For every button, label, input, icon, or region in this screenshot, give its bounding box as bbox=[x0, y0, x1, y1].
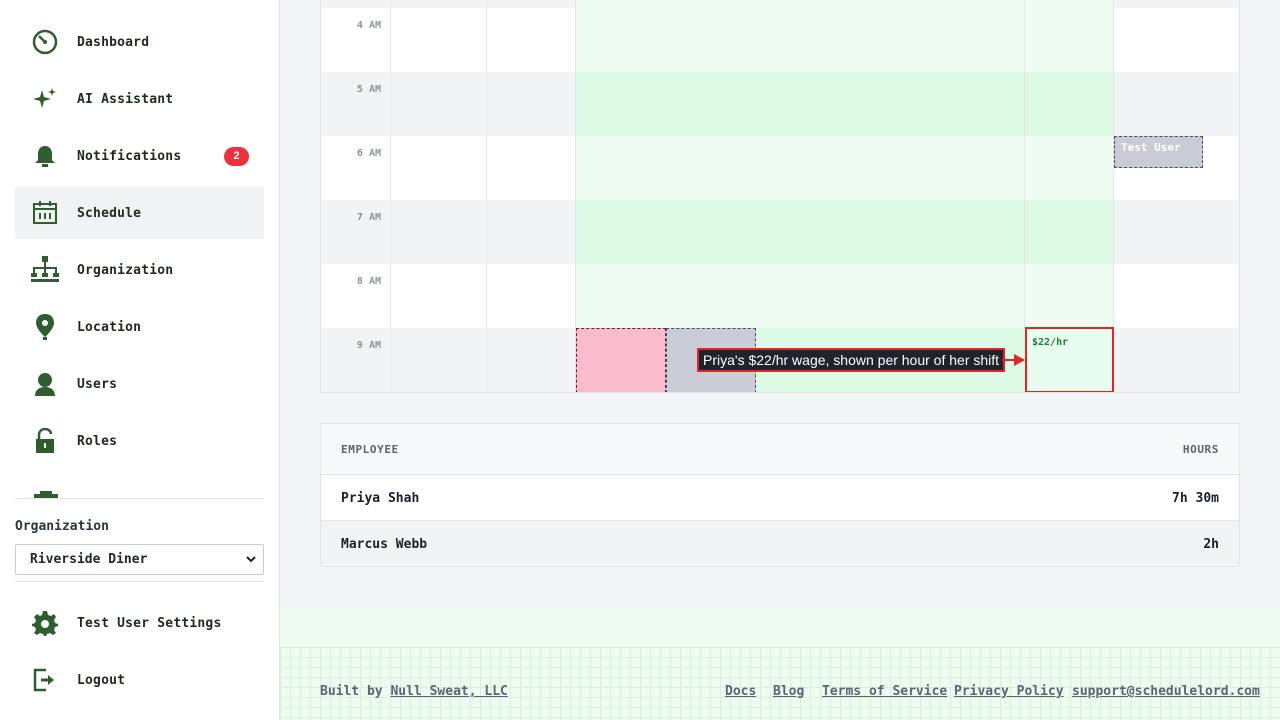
employee-hours: 2h bbox=[1203, 537, 1219, 552]
sidebar-item-label: Notifications bbox=[77, 148, 182, 164]
sidebar-item-organization[interactable]: Organization bbox=[15, 244, 264, 296]
sparkle-icon bbox=[30, 84, 60, 114]
time-label: 5 AM bbox=[356, 84, 381, 95]
footer-credit-link[interactable]: Null Sweat, LLC bbox=[390, 684, 507, 699]
dashboard-icon bbox=[30, 27, 60, 57]
sidebar-item-label: Organization bbox=[77, 262, 174, 278]
time-label: 9 AM bbox=[356, 340, 381, 351]
sidebar-divider bbox=[15, 581, 264, 582]
sidebar-item-label: Schedule bbox=[77, 205, 142, 221]
sidebar-item-label: Users bbox=[77, 376, 118, 392]
sidebar-item-label: Dashboard bbox=[77, 34, 150, 50]
sidebar: Dashboard AI Assistant Notifications 2 S… bbox=[0, 0, 280, 720]
sidebar-item-schedule[interactable]: Schedule bbox=[15, 187, 264, 239]
time-label: 7 AM bbox=[356, 212, 381, 223]
shift-block[interactable] bbox=[576, 328, 666, 392]
employee-name: Priya Shah bbox=[341, 491, 420, 506]
settings-button[interactable]: Test User Settings bbox=[15, 597, 264, 649]
time-label: 4 AM bbox=[356, 20, 381, 31]
availability-band bbox=[576, 0, 1113, 328]
sidebar-item-notifications[interactable]: Notifications 2 bbox=[15, 130, 264, 182]
gear-icon bbox=[30, 608, 60, 638]
footer-credit: Built by Null Sweat, LLC bbox=[320, 684, 508, 699]
column-header-employee: EMPLOYEE bbox=[341, 443, 399, 456]
employee-name: Marcus Webb bbox=[341, 537, 428, 552]
footer-link-terms[interactable]: Terms of Service bbox=[822, 684, 947, 699]
sidebar-item-roles[interactable]: Roles bbox=[15, 415, 264, 467]
footer-background bbox=[280, 607, 1280, 720]
user-icon bbox=[30, 369, 60, 399]
notification-count-badge: 2 bbox=[224, 146, 249, 166]
time-label: 8 AM bbox=[356, 276, 381, 287]
sidebar-item-label: Location bbox=[77, 319, 142, 335]
footer-credit-prefix: Built by bbox=[320, 684, 383, 699]
time-label: 6 AM bbox=[356, 148, 381, 159]
column-divider bbox=[486, 0, 487, 392]
shift-block-test-user[interactable]: Test User bbox=[1114, 136, 1203, 168]
footer-link-privacy[interactable]: Privacy Policy bbox=[954, 684, 1064, 699]
footer-link-docs[interactable]: Docs bbox=[725, 684, 756, 699]
lock-icon bbox=[30, 426, 60, 456]
column-header-hours: HOURS bbox=[1182, 443, 1219, 456]
organization-label: Organization bbox=[15, 519, 109, 534]
sidebar-item-location[interactable]: Location bbox=[15, 301, 264, 353]
logout-button[interactable]: Logout bbox=[15, 654, 264, 706]
sidebar-item-label: AI Assistant bbox=[77, 91, 174, 107]
annotation-callout: Priya's $22/hr wage, shown per hour of h… bbox=[697, 348, 1006, 372]
sidebar-item-dashboard[interactable]: Dashboard bbox=[15, 16, 264, 68]
sidebar-item-ai-assistant[interactable]: AI Assistant bbox=[15, 73, 264, 125]
table-row[interactable]: Marcus Webb 2h bbox=[321, 520, 1239, 566]
org-tree-icon bbox=[30, 255, 60, 285]
footer-link-blog[interactable]: Blog bbox=[773, 684, 804, 699]
organization-select[interactable]: Riverside Diner bbox=[15, 544, 264, 575]
map-pin-icon bbox=[30, 312, 60, 342]
chevron-down-icon bbox=[245, 553, 257, 569]
wage-cell[interactable]: $22/hr bbox=[1025, 327, 1114, 392]
footer-link-support-email[interactable]: support@schedulelord.com bbox=[1072, 684, 1260, 699]
sidebar-divider bbox=[15, 498, 264, 499]
settings-label: Test User Settings bbox=[77, 615, 222, 631]
table-header: EMPLOYEE HOURS bbox=[321, 424, 1239, 475]
employee-hours: 7h 30m bbox=[1172, 491, 1219, 506]
table-row[interactable]: Priya Shah 7h 30m bbox=[321, 475, 1239, 521]
schedule-calendar: 4 AM 5 AM 6 AM 7 AM 8 AM 9 AM Test User … bbox=[320, 0, 1240, 393]
arrow-right-icon bbox=[1002, 354, 1025, 366]
logout-label: Logout bbox=[77, 672, 126, 688]
hours-table: EMPLOYEE HOURS Priya Shah 7h 30m Marcus … bbox=[320, 423, 1240, 567]
partially-hidden-icon bbox=[34, 486, 58, 498]
column-divider bbox=[390, 0, 391, 392]
organization-selected-value: Riverside Diner bbox=[30, 552, 148, 567]
bell-icon bbox=[30, 141, 60, 171]
logout-icon bbox=[30, 665, 60, 695]
sidebar-item-label: Roles bbox=[77, 433, 118, 449]
sidebar-item-users[interactable]: Users bbox=[15, 358, 264, 410]
calendar-icon bbox=[30, 198, 60, 228]
